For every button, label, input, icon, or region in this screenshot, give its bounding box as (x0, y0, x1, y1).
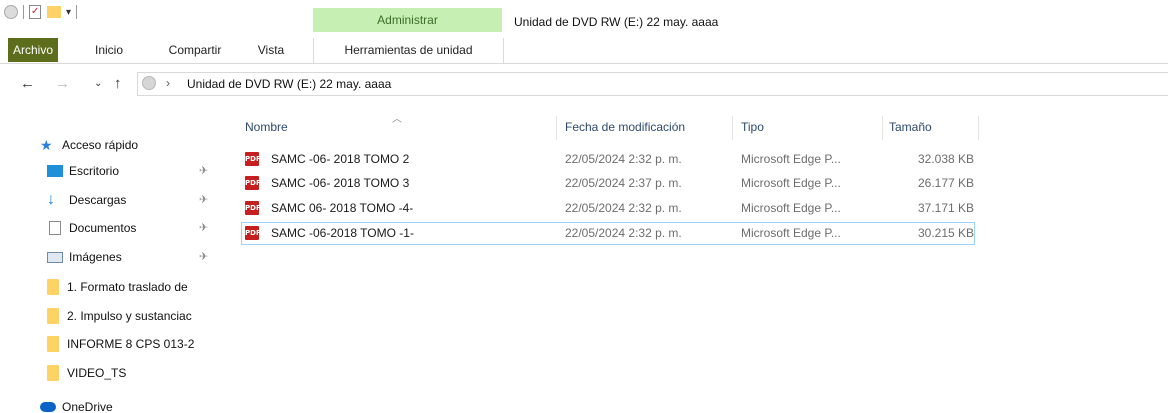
file-name[interactable]: SAMC 06- 2018 TOMO -4- (271, 201, 413, 215)
desktop-icon (47, 165, 63, 177)
nav-onedrive[interactable]: OneDrive (40, 394, 226, 413)
file-size: 32.038 KB (918, 152, 975, 166)
up-icon[interactable]: ↑ (114, 75, 122, 92)
file-modified: 22/05/2024 2:37 p. m. (565, 176, 682, 190)
nav-item-descargas[interactable]: ↓ Descargas ✈ (47, 187, 226, 213)
title-bar: ✓ ▾ Administrar Unidad de DVD RW (E:) 22… (0, 0, 1168, 38)
breadcrumb-chevron-icon[interactable]: › (166, 76, 170, 90)
nav-item-folder[interactable]: 2. Impulso y sustanciac (47, 303, 226, 329)
nav-quick-access-label: Acceso rápido (62, 138, 139, 152)
column-header-size[interactable]: Tamaño (885, 116, 979, 140)
nav-item-documentos[interactable]: Documentos ✈ (47, 215, 226, 241)
file-row[interactable]: PDF SAMC -06- 2018 TOMO 3 22/05/2024 2:3… (241, 172, 975, 194)
pdf-file-icon: PDF (245, 152, 261, 166)
nav-item-label: 1. Formato traslado de (67, 280, 188, 294)
file-type: Microsoft Edge P... (741, 176, 841, 190)
customize-toolbar-icon[interactable]: ▾ (66, 7, 71, 18)
file-modified: 22/05/2024 2:32 p. m. (565, 201, 682, 215)
cloud-icon (40, 402, 56, 412)
file-type: Microsoft Edge P... (741, 226, 841, 240)
nav-item-label: Escritorio (69, 164, 120, 178)
address-box[interactable]: › Unidad de DVD RW (E:) 22 may. aaaa (137, 72, 1168, 96)
nav-item-folder[interactable]: 1. Formato traslado de (47, 274, 226, 300)
tab-vista[interactable]: Vista (251, 38, 291, 62)
file-type: Microsoft Edge P... (741, 152, 841, 166)
column-header-modified[interactable]: Fecha de modificación (561, 116, 733, 140)
column-header-type[interactable]: Tipo (737, 116, 883, 140)
nav-item-folder[interactable]: VIDEO_TS (47, 360, 226, 386)
nav-item-folder[interactable]: INFORME 8 CPS 013-2 (47, 331, 226, 357)
file-size: 37.171 KB (918, 201, 975, 215)
pdf-file-icon: PDF (245, 176, 261, 190)
address-bar-row: ← → ⌄ ↑ › Unidad de DVD RW (E:) 22 may. … (0, 71, 1168, 97)
pin-icon[interactable]: ✈ (199, 221, 208, 234)
file-size: 26.177 KB (918, 176, 975, 190)
pictures-icon (47, 251, 63, 263)
properties-icon[interactable]: ✓ (29, 5, 41, 19)
tab-inicio[interactable]: Inicio (84, 38, 134, 62)
nav-quick-access[interactable]: ★ Acceso rápido (40, 132, 226, 158)
navigation-pane: ★ Acceso rápido Escritorio ✈ ↓ Descargas… (0, 107, 226, 413)
pin-icon[interactable]: ✈ (199, 164, 208, 177)
pdf-file-icon: PDF (245, 226, 261, 240)
file-type: Microsoft Edge P... (741, 201, 841, 215)
recent-locations-icon[interactable]: ⌄ (94, 78, 102, 89)
nav-item-label: Imágenes (69, 250, 122, 264)
file-size: 30.215 KB (918, 226, 975, 240)
new-folder-icon[interactable] (47, 6, 61, 18)
toolbar-divider (76, 5, 78, 19)
file-row[interactable]: PDF SAMC -06- 2018 TOMO 2 22/05/2024 2:3… (241, 148, 975, 170)
file-row-selected[interactable]: PDF SAMC -06-2018 TOMO -1- 22/05/2024 2:… (241, 222, 975, 245)
file-modified: 22/05/2024 2:32 p. m. (565, 226, 682, 240)
back-icon[interactable]: ← (20, 75, 35, 92)
forward-icon[interactable]: → (55, 75, 70, 92)
folder-icon (47, 365, 59, 381)
pdf-file-icon: PDF (245, 201, 261, 215)
quick-access-toolbar: ✓ ▾ (4, 5, 79, 19)
tab-archivo[interactable]: Archivo (8, 38, 58, 62)
nav-item-label: INFORME 8 CPS 013-2 (67, 337, 195, 351)
documents-icon (49, 221, 61, 235)
nav-item-escritorio[interactable]: Escritorio ✈ (47, 158, 226, 184)
breadcrumb-drive[interactable]: Unidad de DVD RW (E:) 22 may. aaaa (187, 77, 391, 91)
star-icon: ★ (40, 137, 53, 153)
tab-compartir[interactable]: Compartir (158, 38, 232, 62)
file-name[interactable]: SAMC -06- 2018 TOMO 3 (271, 176, 409, 190)
nav-item-label: VIDEO_TS (67, 366, 127, 380)
ribbon-tabs: Archivo Inicio Compartir Vista Herramien… (0, 38, 1168, 64)
nav-item-imagenes[interactable]: Imágenes ✈ (47, 244, 226, 270)
context-group-administrar: Administrar (313, 8, 502, 32)
nav-onedrive-label: OneDrive (62, 400, 113, 413)
window-title: Unidad de DVD RW (E:) 22 may. aaaa (514, 15, 719, 29)
file-name[interactable]: SAMC -06-2018 TOMO -1- (271, 226, 414, 240)
dvd-drive-icon (142, 76, 156, 90)
column-header-row: Nombre Fecha de modificación Tipo Tamaño (241, 116, 981, 140)
file-row[interactable]: PDF SAMC 06- 2018 TOMO -4- 22/05/2024 2:… (241, 197, 975, 219)
pin-icon[interactable]: ✈ (199, 250, 208, 263)
folder-icon (47, 279, 59, 295)
pin-icon[interactable]: ✈ (199, 193, 208, 206)
nav-item-label: Documentos (69, 221, 137, 235)
file-modified: 22/05/2024 2:32 p. m. (565, 152, 682, 166)
column-header-name[interactable]: Nombre (241, 116, 557, 140)
toolbar-divider (23, 5, 24, 19)
nav-item-label: 2. Impulso y sustanciac (67, 309, 192, 323)
folder-icon (47, 308, 59, 324)
folder-icon (47, 336, 59, 352)
download-icon: ↓ (47, 191, 55, 208)
drive-icon[interactable] (4, 5, 18, 19)
tab-herramientas-de-unidad[interactable]: Herramientas de unidad (313, 38, 504, 63)
file-name[interactable]: SAMC -06- 2018 TOMO 2 (271, 152, 409, 166)
nav-item-label: Descargas (69, 193, 127, 207)
